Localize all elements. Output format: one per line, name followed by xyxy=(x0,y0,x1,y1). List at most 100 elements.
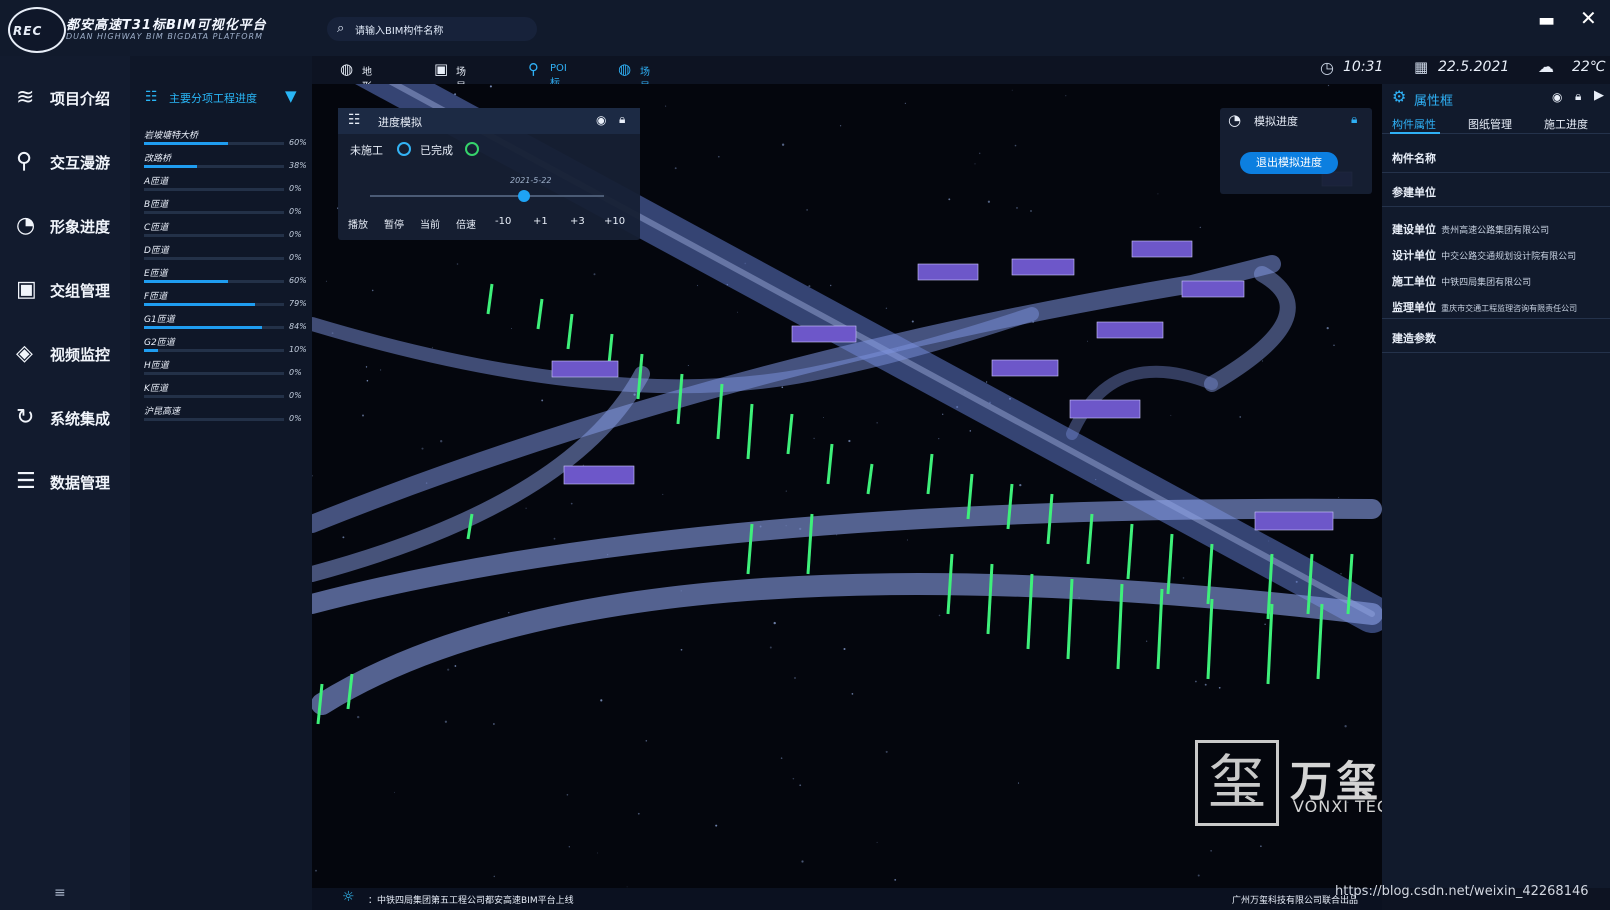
progress-track xyxy=(144,211,284,214)
lock-icon[interactable]: 🔒︎ xyxy=(619,112,625,127)
star xyxy=(1157,193,1159,195)
progress-fill xyxy=(144,165,198,168)
poi-tag[interactable] xyxy=(991,359,1059,377)
search-input[interactable]: 请输入BIM构件名称 xyxy=(355,22,443,37)
star xyxy=(570,502,573,505)
progress-title: 主要分项工程进度 xyxy=(169,92,257,105)
plus1-button[interactable]: +1 xyxy=(533,216,548,227)
progress-item-name: H匝道 xyxy=(144,361,169,371)
star xyxy=(806,209,808,211)
poi-tag[interactable] xyxy=(791,325,857,343)
tab-component-props[interactable]: 构件属性 xyxy=(1392,116,1436,132)
nav-label: 交互漫游 xyxy=(50,154,111,172)
nav-item-visual-progress[interactable]: ◔ 形象进度 xyxy=(0,200,130,252)
tab-construction-progress[interactable]: 施工进度 xyxy=(1544,116,1588,132)
progress-item[interactable]: G1匝道 84% xyxy=(144,312,307,335)
chevron-down-icon[interactable]: ▼ xyxy=(285,87,297,105)
progress-item[interactable]: E匝道 60% xyxy=(144,266,307,289)
star xyxy=(365,366,368,368)
eye-icon[interactable]: ◉ xyxy=(596,113,606,127)
star xyxy=(843,647,846,651)
star xyxy=(380,369,382,371)
progress-item[interactable]: G2匝道 10% xyxy=(144,335,307,358)
pier xyxy=(786,413,794,455)
star xyxy=(489,85,492,88)
nav-item-video-monitor[interactable]: ◈ 视频监控 xyxy=(0,328,130,380)
progress-item[interactable]: B匝道 0% xyxy=(144,197,304,220)
lock-icon[interactable]: 🔒︎ xyxy=(1351,112,1357,127)
star xyxy=(593,273,596,276)
progress-track xyxy=(144,234,284,237)
progress-item[interactable]: F匝道 79% xyxy=(144,289,307,312)
star xyxy=(1204,683,1207,686)
unit-row: 设计单位 中交公路交通规划设计院有限公司 xyxy=(1392,244,1576,263)
progress-item[interactable]: A匝道 0% xyxy=(144,174,304,197)
progress-fill xyxy=(144,280,228,283)
database-icon: ☰ xyxy=(16,469,36,494)
play-icon[interactable]: ▶ xyxy=(1594,88,1604,103)
star xyxy=(582,464,584,466)
progress-item-name: G1匝道 xyxy=(144,315,175,325)
star xyxy=(985,381,988,383)
nav-item-data-management[interactable]: ☰ 数据管理 xyxy=(0,456,130,508)
train-icon: ▣ xyxy=(16,277,37,302)
progress-track xyxy=(144,257,284,260)
star xyxy=(662,493,664,495)
current-button[interactable]: 当前 xyxy=(420,216,440,231)
search-icon[interactable]: ⌕ xyxy=(337,21,344,36)
poi-tag[interactable] xyxy=(1011,258,1075,276)
nav-item-system-integration[interactable]: ↻ 系统集成 xyxy=(0,392,130,444)
poi-tag[interactable] xyxy=(917,263,979,281)
progress-item[interactable]: C匝道 0% xyxy=(144,220,304,243)
star xyxy=(792,777,795,780)
star xyxy=(839,125,842,127)
progress-item-name: C匝道 xyxy=(144,223,169,233)
star xyxy=(948,198,951,201)
star xyxy=(493,723,495,725)
nav-item-group-management[interactable]: ▣ 交组管理 xyxy=(0,264,130,316)
plus10-button[interactable]: +10 xyxy=(604,216,625,227)
progress-item[interactable]: H匝道 0% xyxy=(144,358,304,381)
exit-simulation-button[interactable]: 退出模拟进度 xyxy=(1240,152,1338,174)
progress-item[interactable]: D匝道 0% xyxy=(144,243,304,266)
unit-value: 贵州高速公路集团有限公司 xyxy=(1441,226,1550,236)
search-box[interactable]: ⌕ 请输入BIM构件名称 xyxy=(327,17,537,41)
poi-tag[interactable] xyxy=(1131,240,1193,258)
pause-button[interactable]: 暂停 xyxy=(384,216,404,231)
progress-item[interactable]: K匝道 0% xyxy=(144,381,304,404)
minus10-button[interactable]: -10 xyxy=(495,216,511,227)
nav-item-interactive-tour[interactable]: ⚲ 交互漫游 xyxy=(0,136,130,188)
eye-icon[interactable]: ◉ xyxy=(1552,90,1562,104)
minimize-button[interactable]: ▬ xyxy=(1538,10,1555,31)
progress-icon: ◔ xyxy=(1228,111,1242,129)
nav-item-project-intro[interactable]: ≋ 项目介绍 xyxy=(0,72,130,124)
integration-icon: ↻ xyxy=(16,405,35,430)
star xyxy=(493,875,496,878)
progress-item[interactable]: 改路桥 38% xyxy=(144,151,307,174)
star xyxy=(1019,483,1022,487)
unit-row: 建设单位 贵州高速公路集团有限公司 xyxy=(1392,218,1549,237)
plus3-button[interactable]: +3 xyxy=(570,216,585,227)
poi-tag[interactable] xyxy=(1181,280,1245,298)
poi-tag[interactable] xyxy=(1254,511,1334,531)
star xyxy=(566,794,569,796)
lock-icon[interactable]: 🔒︎ xyxy=(1575,89,1581,104)
slider-handle[interactable] xyxy=(518,190,531,202)
tab-drawings[interactable]: 图纸管理 xyxy=(1468,116,1512,132)
menu-icon[interactable]: ≡ xyxy=(54,885,66,901)
play-button[interactable]: 播放 xyxy=(348,216,368,231)
star xyxy=(680,648,683,651)
unit-row: 施工单位 中铁四局集团有限公司 xyxy=(1392,270,1531,289)
star xyxy=(974,163,976,165)
star xyxy=(1261,360,1264,362)
close-button[interactable]: ✕ xyxy=(1580,6,1597,30)
poi-tag[interactable] xyxy=(563,465,635,485)
poi-tag[interactable] xyxy=(1096,321,1164,339)
timeline-slider[interactable] xyxy=(370,195,604,197)
star xyxy=(510,327,512,329)
speed-button[interactable]: 倍速 xyxy=(456,216,476,231)
poi-tag[interactable] xyxy=(551,360,619,378)
progress-item[interactable]: 沪昆高速 0% xyxy=(144,404,304,427)
progress-item[interactable]: 岩坡塘特大桥 60% xyxy=(144,128,307,151)
poi-tag[interactable] xyxy=(1069,399,1141,419)
